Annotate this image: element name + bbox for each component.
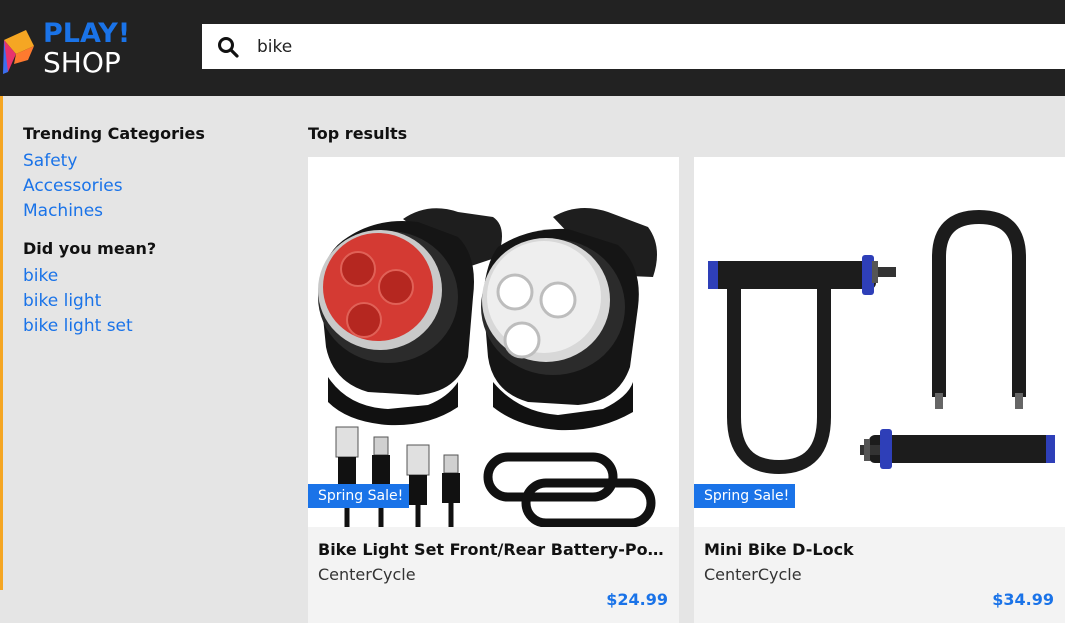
suggestion-link[interactable]: bike light set <box>23 314 283 339</box>
search-icon[interactable] <box>216 35 240 59</box>
brand-logo[interactable]: PLAY! SHOP <box>0 18 140 79</box>
product-price: $24.99 <box>606 590 668 609</box>
product-title[interactable]: Mini Bike D-Lock <box>704 539 1059 561</box>
top-results-heading: Top results <box>308 124 408 143</box>
top-bar: PLAY! SHOP <box>0 0 1065 96</box>
product-image[interactable] <box>694 157 1065 527</box>
product-price: $34.99 <box>992 590 1054 609</box>
product-card[interactable]: Spring Sale! Bike Light Set Front/Rear B… <box>308 157 679 623</box>
suggestion-list: bike bike light bike light set <box>23 264 283 339</box>
suggestion-link[interactable]: bike light <box>23 289 283 314</box>
logo-icon <box>3 30 34 74</box>
search-input[interactable] <box>257 24 1047 69</box>
sidebar-accent-line <box>0 96 3 590</box>
brand-name-line2: SHOP <box>43 46 121 79</box>
category-link-machines[interactable]: Machines <box>23 199 283 224</box>
product-image[interactable] <box>308 157 679 527</box>
trending-categories-heading: Trending Categories <box>23 124 205 143</box>
product-card[interactable]: Spring Sale! Mini Bike D-Lock CenterCycl… <box>694 157 1065 623</box>
product-vendor: CenterCycle <box>318 565 416 584</box>
suggestion-link[interactable]: bike <box>23 264 283 289</box>
did-you-mean-heading: Did you mean? <box>23 239 157 258</box>
sale-badge: Spring Sale! <box>308 484 410 508</box>
sale-badge: Spring Sale! <box>694 484 796 508</box>
bike-light-set-image <box>318 208 657 527</box>
category-link-safety[interactable]: Safety <box>23 149 283 174</box>
bike-d-lock-image <box>708 209 1055 475</box>
trending-categories-list: Safety Accessories Machines <box>23 149 283 224</box>
product-vendor: CenterCycle <box>704 565 802 584</box>
product-title[interactable]: Bike Light Set Front/Rear Battery-Powere… <box>318 539 673 561</box>
search-bar[interactable] <box>202 24 1065 69</box>
sidebar: Trending Categories Safety Accessories M… <box>23 124 283 354</box>
category-link-accessories[interactable]: Accessories <box>23 174 283 199</box>
